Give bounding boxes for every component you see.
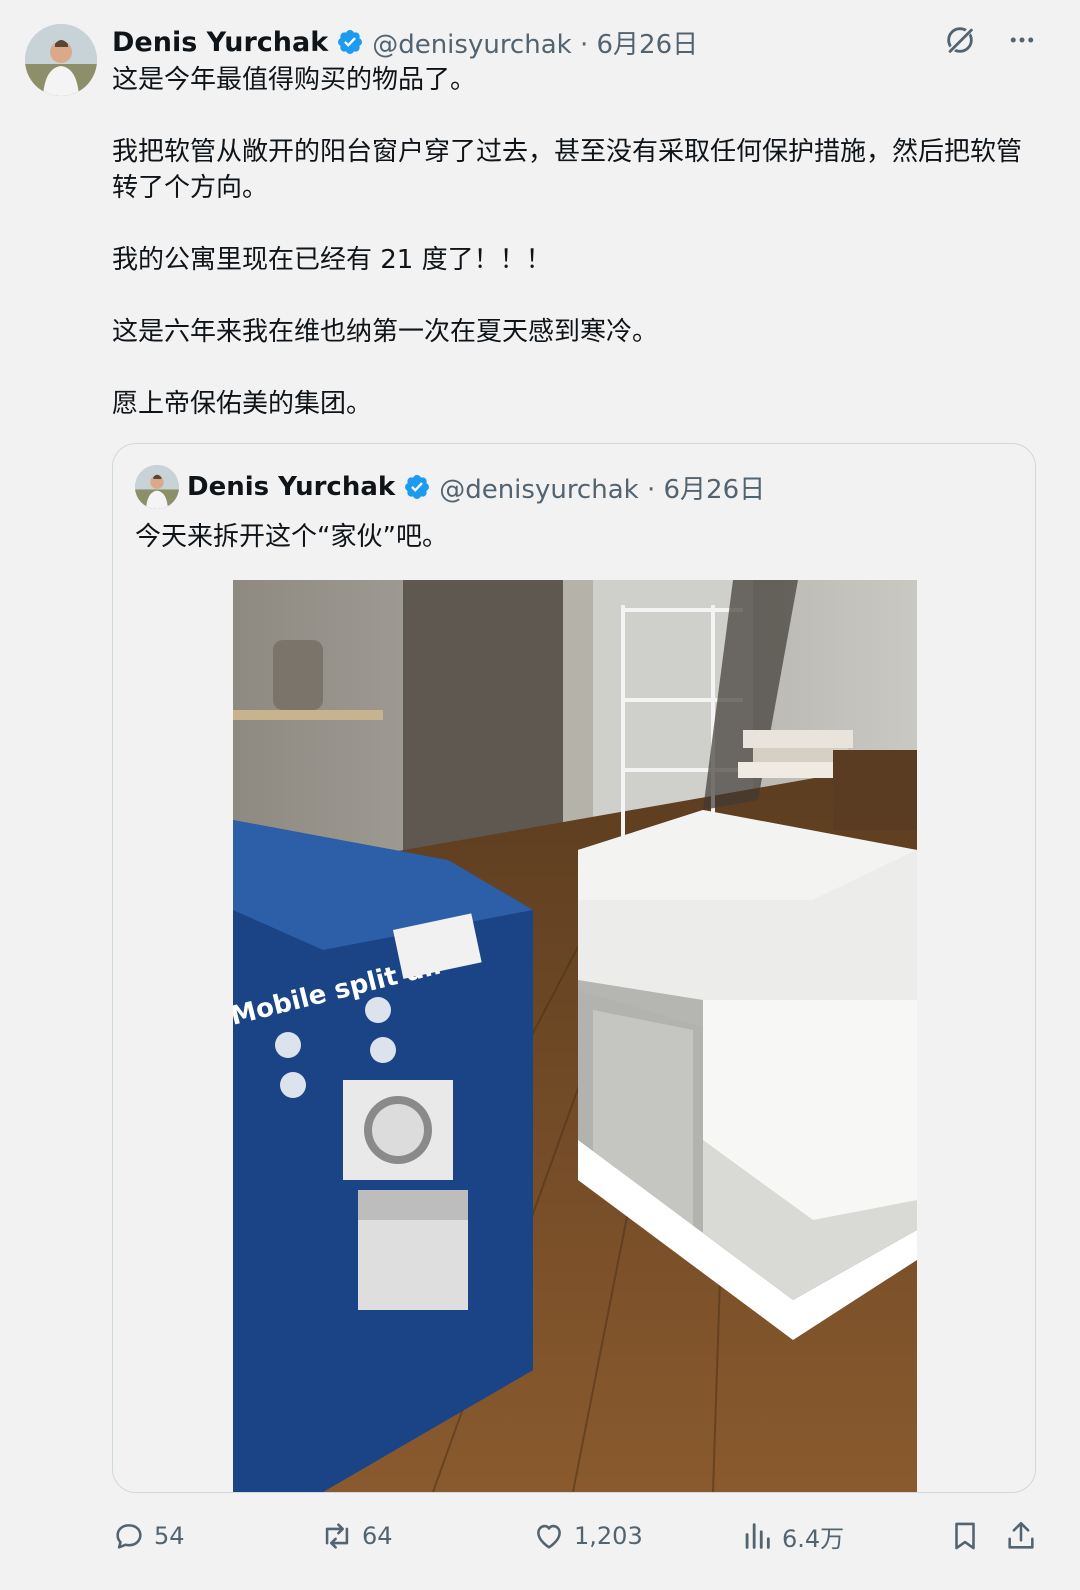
like-button[interactable]: 1,203 xyxy=(532,1510,643,1562)
quoted-tweet-photo[interactable]: Mobile split air xyxy=(233,580,917,1492)
tweet-top-actions xyxy=(942,22,1040,58)
like-icon xyxy=(537,1524,561,1549)
views-count: 6.4万 xyxy=(782,1524,845,1553)
more-button[interactable] xyxy=(1004,22,1040,58)
share-button[interactable] xyxy=(1004,1510,1038,1562)
tweet-paragraph: 我把软管从敞开的阳台窗户穿了过去，甚至没有采取任何保护措施，然后把软管转了个方向… xyxy=(112,137,1023,203)
reply-count: 54 xyxy=(154,1522,185,1550)
more-icon xyxy=(1010,37,1034,43)
quoted-author-name: Denis Yurchak xyxy=(187,472,396,502)
reply-icon xyxy=(116,1524,142,1549)
like-count: 1,203 xyxy=(574,1522,643,1550)
author-handle-date[interactable]: @denisyurchak · 6月26日 xyxy=(372,24,698,61)
tweet-header: Denis Yurchak @denisyurchak · 6月26日 xyxy=(112,22,698,62)
share-icon xyxy=(1008,1521,1034,1549)
tweet-body: 这是今年最值得购买的物品了。 我把软管从敞开的阳台窗户穿了过去，甚至没有采取任何… xyxy=(112,62,1042,422)
views-icon xyxy=(745,1523,770,1549)
tweet-paragraph: 这是六年来我在维也纳第一次在夏天感到寒冷。 xyxy=(112,317,659,347)
verified-badge-icon xyxy=(338,30,363,54)
verified-badge-icon xyxy=(405,475,430,499)
bookmark-icon xyxy=(955,1522,975,1550)
unboxing-scene-image: Mobile split air xyxy=(233,580,917,1492)
tweet-paragraph: 愿上帝保佑美的集团。 xyxy=(112,389,373,419)
quoted-tweet[interactable]: Denis Yurchak @denisyurchak · 6月26日 今天来拆… xyxy=(112,443,1036,1493)
quoted-avatar-photo xyxy=(135,465,179,509)
tweet-paragraph: 这是今年最值得购买的物品了。 xyxy=(112,65,477,95)
views-button[interactable]: 6.4万 xyxy=(740,1510,844,1562)
tweet-action-bar: 54 64 1,203 6.4万 xyxy=(0,1510,1080,1562)
quoted-tweet-text: 今天来拆开这个“家伙”吧。 xyxy=(135,522,448,552)
grok-icon xyxy=(946,26,974,55)
avatar-photo xyxy=(25,24,97,96)
author-name[interactable]: Denis Yurchak xyxy=(112,27,328,58)
author-avatar[interactable] xyxy=(25,24,97,96)
quoted-tweet-header: Denis Yurchak @denisyurchak · 6月26日 xyxy=(135,464,765,510)
reply-button[interactable]: 54 xyxy=(112,1510,185,1562)
quoted-author-handle-date: @denisyurchak · 6月26日 xyxy=(439,474,766,505)
quoted-author-avatar xyxy=(135,465,179,509)
grok-button[interactable] xyxy=(942,22,978,58)
repost-count: 64 xyxy=(362,1522,393,1550)
bookmark-button[interactable] xyxy=(948,1510,982,1562)
repost-button[interactable]: 64 xyxy=(320,1510,393,1562)
tweet-paragraph: 我的公寓里现在已经有 21 度了！！！ xyxy=(112,245,552,275)
repost-icon xyxy=(325,1523,349,1549)
